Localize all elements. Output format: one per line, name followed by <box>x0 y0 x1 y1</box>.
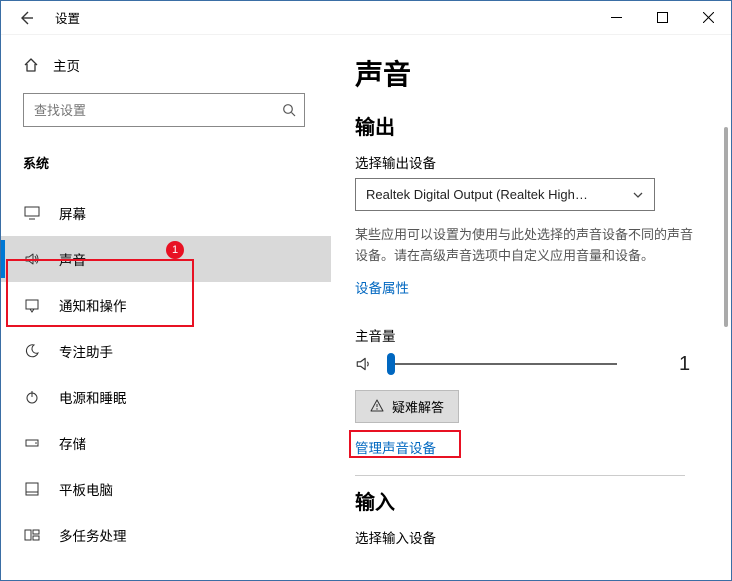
sidebar-item-storage[interactable]: 存储 <box>1 420 331 466</box>
volume-value: 1 <box>679 353 690 376</box>
slider-track <box>387 363 617 365</box>
titlebar: 设置 <box>1 1 731 35</box>
category-label: 系统 <box>1 139 331 180</box>
close-button[interactable] <box>685 1 731 34</box>
volume-icon[interactable] <box>355 355 373 373</box>
sidebar-item-label: 声音 <box>59 249 86 269</box>
master-volume-label: 主音量 <box>355 325 707 345</box>
sidebar: 主页 系统 屏幕 声音 <box>1 35 331 580</box>
minimize-icon <box>611 12 622 23</box>
output-device-select[interactable]: Realtek Digital Output (Realtek High… <box>355 178 655 211</box>
input-heading: 输入 <box>355 486 707 515</box>
device-properties-link[interactable]: 设备属性 <box>355 277 409 297</box>
monitor-icon <box>23 204 41 222</box>
section-separator <box>355 475 685 476</box>
moon-icon <box>23 342 41 360</box>
sidebar-item-multitasking[interactable]: 多任务处理 <box>1 512 331 558</box>
main-panel: 声音 输出 选择输出设备 Realtek Digital Output (Rea… <box>331 35 731 580</box>
tablet-icon <box>23 480 41 498</box>
sidebar-item-sound[interactable]: 声音 <box>1 236 331 282</box>
warning-icon <box>370 399 384 413</box>
storage-icon <box>23 434 41 452</box>
maximize-button[interactable] <box>639 1 685 34</box>
sidebar-item-label: 多任务处理 <box>59 525 127 545</box>
maximize-icon <box>657 12 668 23</box>
sidebar-item-label: 存储 <box>59 433 86 453</box>
output-description: 某些应用可以设置为使用与此处选择的声音设备不同的声音设备。请在高级声音选项中自定… <box>355 225 695 267</box>
sidebar-item-focus-assist[interactable]: 专注助手 <box>1 328 331 374</box>
window-title: 设置 <box>55 8 80 27</box>
output-device-value: Realtek Digital Output (Realtek High… <box>366 187 588 202</box>
sidebar-item-tablet[interactable]: 平板电脑 <box>1 466 331 512</box>
power-icon <box>23 388 41 406</box>
home-icon <box>23 57 39 73</box>
troubleshoot-label: 疑难解答 <box>392 397 444 416</box>
output-device-label: 选择输出设备 <box>355 152 707 172</box>
sidebar-item-label: 专注助手 <box>59 341 113 361</box>
page-title: 声音 <box>355 53 707 93</box>
home-label: 主页 <box>53 55 80 75</box>
sidebar-item-label: 通知和操作 <box>59 295 127 315</box>
search-input[interactable] <box>23 93 305 127</box>
slider-thumb[interactable] <box>387 353 395 375</box>
sidebar-item-display[interactable]: 屏幕 <box>1 190 331 236</box>
volume-slider[interactable] <box>387 354 617 374</box>
sidebar-item-label: 电源和睡眠 <box>59 387 127 407</box>
chevron-down-icon <box>632 189 644 201</box>
back-button[interactable] <box>11 3 41 33</box>
search-icon <box>282 103 296 117</box>
output-heading: 输出 <box>355 111 707 140</box>
notification-icon <box>23 296 41 314</box>
speaker-icon <box>23 250 41 268</box>
close-icon <box>703 12 714 23</box>
sidebar-item-label: 平板电脑 <box>59 479 113 499</box>
input-device-label: 选择输入设备 <box>355 527 707 547</box>
search-field[interactable] <box>24 103 304 118</box>
arrow-left-icon <box>18 10 34 26</box>
minimize-button[interactable] <box>593 1 639 34</box>
sidebar-item-power-sleep[interactable]: 电源和睡眠 <box>1 374 331 420</box>
window-controls <box>593 1 731 34</box>
troubleshoot-button[interactable]: 疑难解答 <box>355 390 459 423</box>
sidebar-nav: 屏幕 声音 通知和操作 专注助手 <box>1 180 331 558</box>
multitask-icon <box>23 526 41 544</box>
scrollbar-thumb[interactable] <box>724 127 728 327</box>
sidebar-item-notifications[interactable]: 通知和操作 <box>1 282 331 328</box>
home-nav[interactable]: 主页 <box>1 49 331 85</box>
manage-sound-devices-link[interactable]: 管理声音设备 <box>355 437 436 457</box>
sidebar-item-label: 屏幕 <box>59 203 86 223</box>
volume-row: 1 <box>355 353 707 376</box>
